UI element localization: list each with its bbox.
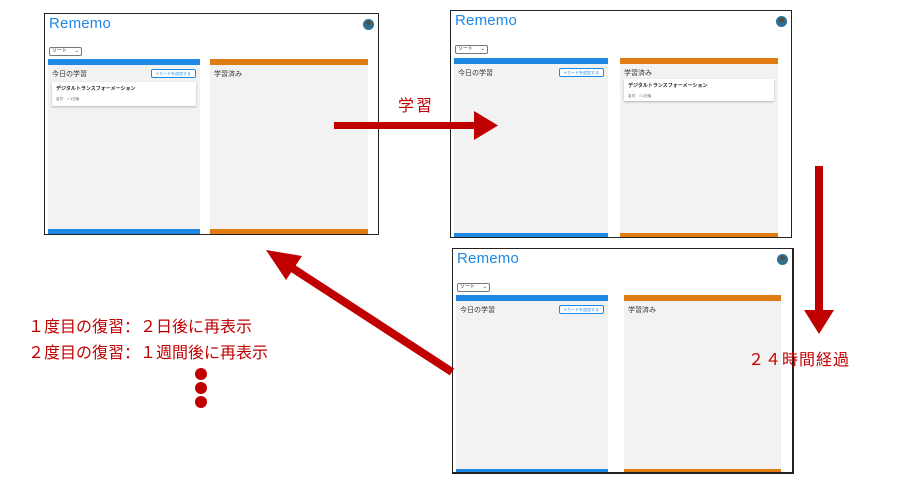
app-title: Rememo — [49, 15, 112, 32]
study-card[interactable]: デジタルトランスフォーメーション 名付 ☆1日後 — [624, 79, 774, 101]
screenshot-after-study: Rememo ソート ⌄ 今日の学習 +カードを追加する 学習済み デジタルトラン… — [450, 10, 792, 238]
review-note-2: ２度目の復習：１週間後に再表示 — [28, 343, 269, 362]
chevron-down-icon: ⌄ — [480, 46, 485, 52]
add-card-button[interactable]: +カードを追加する — [558, 305, 604, 314]
app-title: Rememo — [455, 12, 518, 29]
card-title: デジタルトランスフォーメーション — [56, 86, 136, 92]
done-column-title: 学習済み — [214, 71, 242, 78]
today-column-title: 今日の学習 — [52, 71, 87, 78]
ellipsis-dot — [195, 368, 207, 380]
review-note-1: １度目の復習：２日後に再表示 — [28, 317, 253, 336]
sort-select[interactable]: ソート ⌄ — [49, 47, 82, 56]
sort-select[interactable]: ソート ⌄ — [455, 45, 488, 54]
today-column: 今日の学習 +カードを追加する — [456, 295, 608, 472]
screenshot-after-24h: Rememo ソート ⌄ 今日の学習 +カードを追加する 学習済み — [452, 248, 794, 474]
review-notes: １度目の復習：２日後に再表示 ２度目の復習：１週間後に再表示 — [28, 314, 268, 366]
sort-select-label: ソート — [460, 284, 476, 290]
sort-select-label: ソート — [458, 46, 474, 52]
today-column: 今日の学習 +カードを追加する — [454, 58, 608, 237]
ellipsis-dot — [195, 382, 207, 394]
today-column: 今日の学習 +カードを追加する デジタルトランスフォーメーション 名付 ☆1日後 — [48, 59, 200, 234]
user-avatar-icon[interactable] — [777, 254, 788, 265]
app-title: Rememo — [457, 250, 520, 267]
card-meta: 名付 ☆1日後 — [56, 97, 80, 101]
chevron-down-icon: ⌄ — [482, 284, 487, 290]
today-column-title: 今日の学習 — [460, 307, 495, 314]
user-avatar-icon[interactable] — [363, 19, 374, 30]
sort-select[interactable]: ソート ⌄ — [457, 283, 490, 292]
sort-select-label: ソート — [52, 48, 68, 54]
done-column-title: 学習済み — [624, 70, 652, 77]
user-avatar-icon[interactable] — [776, 16, 787, 27]
study-card[interactable]: デジタルトランスフォーメーション 名付 ☆1日後 — [52, 82, 196, 106]
chevron-down-icon: ⌄ — [74, 48, 79, 54]
ellipsis-dot — [195, 396, 207, 408]
done-column: 学習済み — [624, 295, 781, 472]
done-column-title: 学習済み — [628, 307, 656, 314]
screenshot-initial: Rememo ソート ⌄ 今日の学習 +カードを追加する デジタルトランスフォーメ… — [44, 13, 379, 235]
arrow-down-24h — [804, 166, 834, 334]
arrow-back-review — [266, 250, 455, 376]
today-column-title: 今日の学習 — [458, 70, 493, 77]
add-card-button[interactable]: +カードを追加する — [558, 68, 604, 77]
card-meta: 名付 ☆1日後 — [628, 94, 652, 98]
card-title: デジタルトランスフォーメーション — [628, 83, 708, 89]
add-card-button[interactable]: +カードを追加する — [150, 69, 196, 78]
done-column: 学習済み デジタルトランスフォーメーション 名付 ☆1日後 — [620, 58, 778, 237]
done-column: 学習済み — [210, 59, 368, 234]
elapsed-label: ２４時間経過 — [748, 350, 851, 369]
study-label: 学習 — [398, 96, 435, 115]
